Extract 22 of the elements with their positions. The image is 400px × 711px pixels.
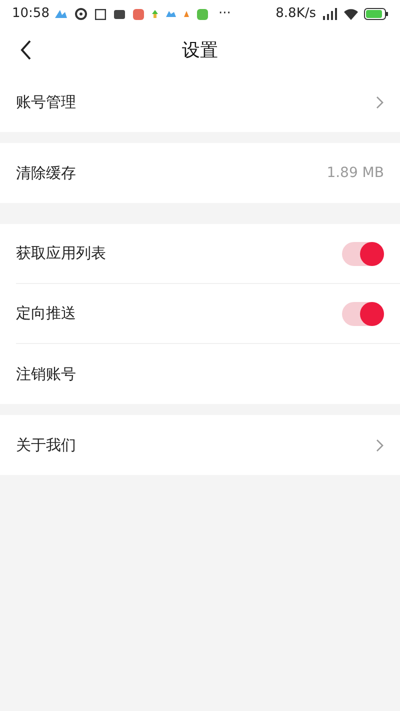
app-icon: [133, 8, 144, 20]
chevron-left-icon: [20, 40, 32, 60]
ring-icon: [75, 8, 88, 20]
status-time: 10:58: [12, 5, 50, 24]
settings-item-label[interactable]: 关于我们: [16, 434, 76, 456]
toggle-switch[interactable]: [342, 302, 384, 326]
more-notifications: ···: [218, 5, 231, 24]
chevron-right-icon: [376, 96, 384, 108]
network-speed: 8.8K/s: [276, 5, 316, 24]
signal-icon: [322, 8, 338, 20]
chevron-right-icon: [376, 438, 384, 452]
cache-size: 1.89 MB: [326, 164, 384, 182]
settings-item-label[interactable]: 账号管理: [16, 90, 76, 114]
settings-item-label[interactable]: 注销账号: [16, 362, 76, 386]
page-title: 设置: [182, 38, 218, 62]
settings-item-label[interactable]: 获取应用列表: [16, 242, 106, 265]
wifi-icon: [344, 8, 358, 20]
arrow-up-icon: [152, 10, 158, 18]
toggle-switch[interactable]: [342, 242, 384, 266]
battery-icon: [364, 8, 388, 20]
settings-item-label[interactable]: 定向推送: [16, 302, 76, 325]
settings-item-label[interactable]: 清除缓存: [16, 162, 76, 184]
